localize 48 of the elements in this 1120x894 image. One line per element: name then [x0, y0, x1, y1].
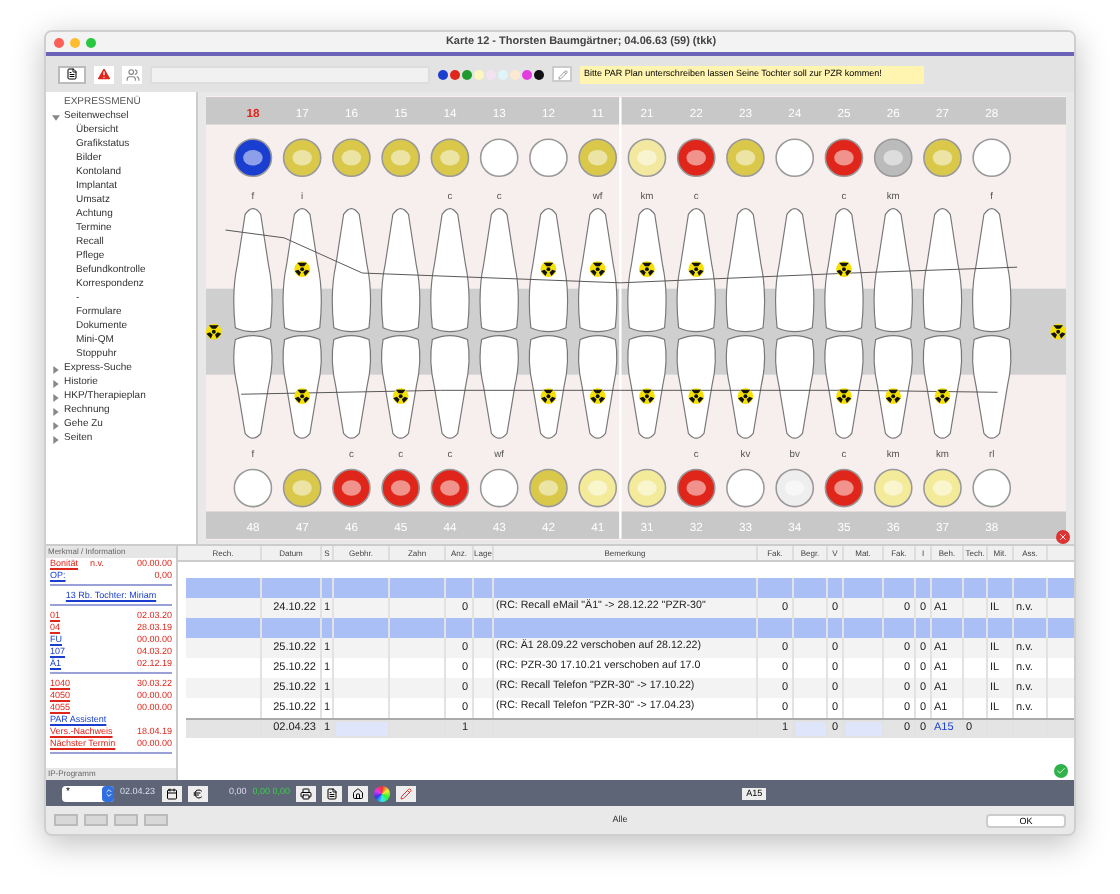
- collapsed-caret-icon[interactable]: [52, 407, 60, 415]
- radiation-icon: [589, 388, 606, 404]
- radiation-icon: [639, 388, 655, 404]
- collapsed-caret-icon[interactable]: [52, 421, 60, 429]
- radiation-icon: [737, 388, 754, 404]
- radiation-icon: [934, 388, 951, 404]
- warning-icon[interactable]: [94, 65, 114, 83]
- radiation-icon: [540, 388, 557, 404]
- radiation-icon: [836, 388, 852, 404]
- euro-icon[interactable]: [187, 785, 208, 801]
- radiation-icon: [392, 388, 409, 404]
- color-swatch[interactable]: [522, 69, 532, 79]
- color-swatch[interactable]: [438, 69, 448, 79]
- collapsed-caret-icon[interactable]: [52, 435, 60, 443]
- color-swatch[interactable]: [474, 69, 484, 79]
- color-swatch[interactable]: [462, 69, 472, 79]
- zoom-button[interactable]: [86, 37, 96, 47]
- note-icon[interactable]: [552, 66, 572, 82]
- radiation-icon: [1050, 323, 1066, 340]
- radiation-icon: [688, 388, 704, 404]
- stepper-icon[interactable]: [102, 785, 114, 801]
- color-swatch[interactable]: [510, 69, 520, 79]
- collapsed-caret-icon[interactable]: [52, 379, 60, 387]
- radiation-icon: [589, 261, 606, 277]
- document-icon[interactable]: [322, 785, 343, 801]
- color-wheel-icon[interactable]: [374, 785, 391, 801]
- printer-icon[interactable]: [296, 785, 317, 801]
- calendar-icon[interactable]: [161, 785, 182, 801]
- radiation-icon: [294, 388, 310, 404]
- close-button[interactable]: [54, 37, 64, 47]
- document-icon[interactable]: [58, 65, 86, 83]
- radiation-icon: [294, 261, 310, 277]
- people-icon[interactable]: [122, 65, 142, 83]
- collapsed-caret-icon[interactable]: [52, 365, 60, 373]
- radiation-icon: [540, 261, 557, 277]
- color-swatch[interactable]: [450, 69, 460, 79]
- radiation-icon: [836, 261, 852, 277]
- home-icon[interactable]: [348, 785, 369, 801]
- radiation-icon: [885, 388, 902, 404]
- radiation-icon: [639, 261, 655, 277]
- color-swatch[interactable]: [534, 69, 544, 79]
- radiation-icon: [688, 261, 704, 277]
- expanded-caret-icon[interactable]: [52, 113, 60, 121]
- color-swatch[interactable]: [498, 69, 508, 79]
- color-swatch[interactable]: [486, 69, 496, 79]
- radiation-icon: [206, 323, 222, 340]
- confirm-icon[interactable]: [1054, 764, 1068, 778]
- collapsed-caret-icon[interactable]: [52, 393, 60, 401]
